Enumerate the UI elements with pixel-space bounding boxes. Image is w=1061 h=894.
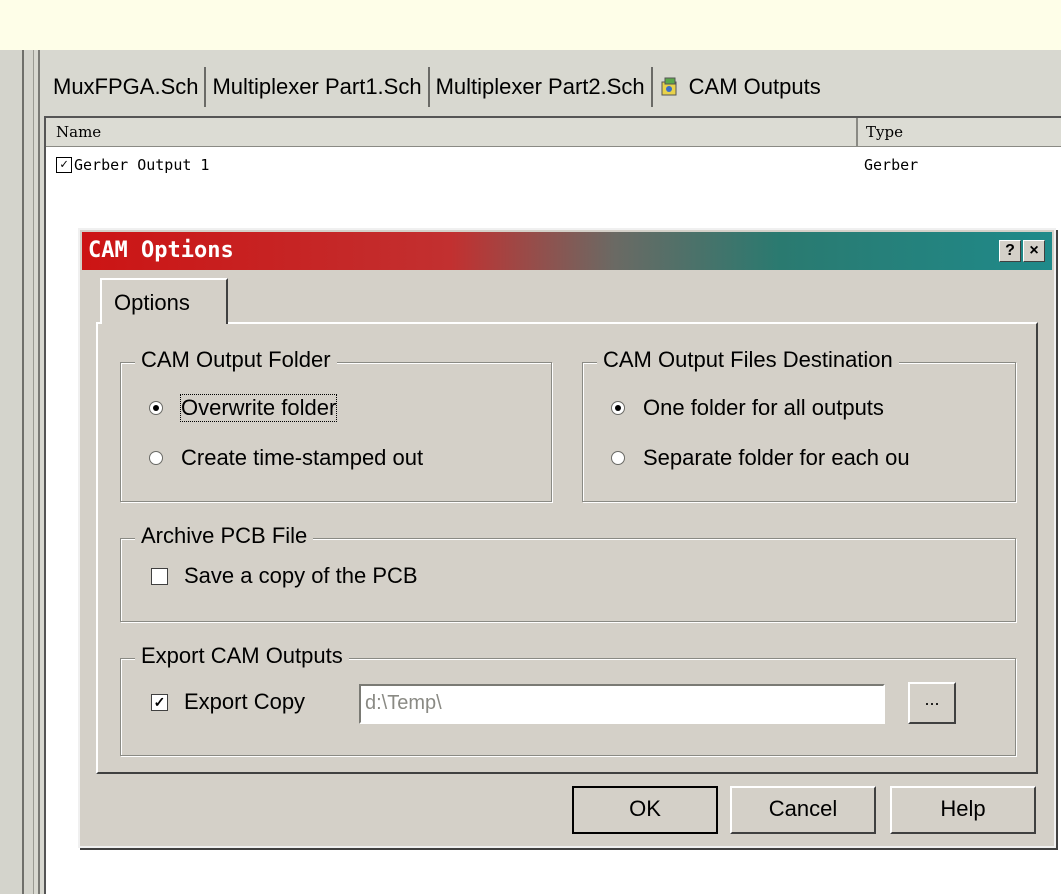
tab-label: Multiplexer Part1.Sch: [212, 74, 422, 99]
group-legend: Export CAM Outputs: [135, 643, 349, 669]
column-header-name[interactable]: Name: [56, 123, 101, 141]
overwrite-folder-radio[interactable]: Overwrite folder: [149, 394, 338, 422]
group-legend: CAM Output Files Destination: [597, 347, 899, 373]
cam-output-destination-group: CAM Output Files Destination One folder …: [582, 347, 1016, 502]
radio-button[interactable]: [149, 451, 163, 465]
tab-cam-outputs[interactable]: CAM Outputs: [653, 67, 827, 107]
checkbox[interactable]: ✓: [151, 693, 168, 711]
tab-label: Multiplexer Part2.Sch: [435, 74, 645, 99]
time-stamped-radio[interactable]: Create time-stamped out: [149, 445, 423, 471]
browse-button[interactable]: ...: [908, 682, 956, 724]
column-divider[interactable]: [856, 118, 858, 146]
radio-button[interactable]: [611, 401, 625, 415]
close-icon[interactable]: ×: [1023, 240, 1045, 262]
archive-pcb-group: Archive PCB File Save a copy of the PCB: [120, 523, 1016, 622]
list-header: Name Type: [46, 118, 1061, 147]
help-button[interactable]: Help: [890, 786, 1036, 834]
radio-label: Separate folder for each ou: [643, 445, 910, 470]
tab-options-label: Options: [114, 290, 190, 315]
row-checkbox[interactable]: ✓: [56, 157, 72, 173]
radio-button[interactable]: [611, 451, 625, 465]
checkbox-label: Save a copy of the PCB: [184, 563, 418, 588]
one-folder-radio[interactable]: One folder for all outputs: [611, 395, 884, 421]
cam-outputs-icon: [659, 76, 681, 98]
tab-multiplexer-part1[interactable]: Multiplexer Part1.Sch: [206, 67, 430, 107]
output-name: Gerber Output 1: [74, 156, 210, 174]
export-copy-checkbox[interactable]: ✓ Export Copy: [151, 689, 305, 715]
tab-options[interactable]: Options: [100, 278, 228, 324]
tab-multiplexer-part2[interactable]: Multiplexer Part2.Sch: [430, 67, 653, 107]
left-splitter-edge: [38, 50, 40, 894]
tab-muxfpga[interactable]: MuxFPGA.Sch: [47, 67, 207, 107]
group-legend: Archive PCB File: [135, 523, 314, 549]
ok-button[interactable]: OK: [572, 786, 718, 834]
left-panel-strip: [0, 50, 34, 894]
output-type: Gerber: [864, 156, 919, 174]
radio-button[interactable]: [149, 401, 163, 415]
dialog-titlebar[interactable]: CAM Options ? ×: [82, 232, 1052, 270]
top-band: [0, 0, 1061, 50]
checkbox-label: Export Copy: [184, 689, 306, 714]
tab-label: CAM Outputs: [688, 74, 821, 99]
list-item[interactable]: ✓ Gerber Output 1 Gerber: [56, 154, 1056, 178]
group-legend: CAM Output Folder: [135, 347, 337, 373]
dialog-title: CAM Options: [88, 238, 234, 263]
cam-options-dialog: CAM Options ? × Options CAM Output Folde…: [78, 228, 1056, 848]
column-header-type[interactable]: Type: [866, 123, 903, 141]
separate-folder-radio[interactable]: Separate folder for each ou: [611, 445, 910, 471]
radio-label: One folder for all outputs: [643, 395, 884, 420]
cam-output-folder-group: CAM Output Folder Overwrite folder Creat…: [120, 347, 552, 502]
help-icon[interactable]: ?: [999, 240, 1021, 262]
document-tabs: MuxFPGA.Sch Multiplexer Part1.Sch Multip…: [47, 64, 827, 110]
radio-label: Overwrite folder: [179, 394, 338, 422]
tab-label: MuxFPGA.Sch: [53, 74, 199, 99]
save-copy-checkbox[interactable]: Save a copy of the PCB: [151, 563, 418, 589]
export-path-field[interactable]: d:\Temp\: [359, 684, 885, 724]
checkbox[interactable]: [151, 567, 168, 585]
radio-label: Create time-stamped out: [181, 445, 424, 470]
cancel-button[interactable]: Cancel: [730, 786, 876, 834]
left-splitter[interactable]: [22, 50, 24, 894]
